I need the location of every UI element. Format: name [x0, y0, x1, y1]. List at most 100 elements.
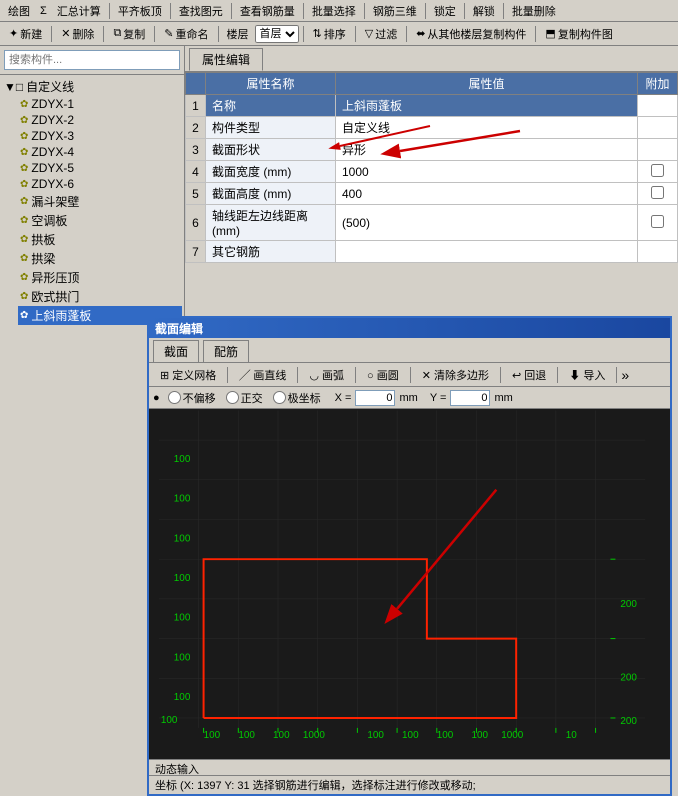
- draw-line-btn[interactable]: ╱ 画直线: [232, 365, 293, 385]
- tree-item-zdyx4[interactable]: ✿ ZDYX-4: [18, 144, 182, 160]
- tree-item-gongliang[interactable]: ✿ 拱梁: [18, 249, 182, 268]
- x-unit: mm: [399, 392, 417, 404]
- dialog-tab-section[interactable]: 截面: [153, 340, 199, 362]
- bullet-icon: ●: [153, 392, 160, 404]
- y-label: Y =: [430, 392, 447, 404]
- drawing-canvas[interactable]: 100 100 100 100 100 100 100 100 200 20: [149, 409, 670, 759]
- radio-group: 不偏移 正交 极坐标: [168, 390, 323, 406]
- prop-name-4[interactable]: 截面宽度 (mm): [206, 161, 336, 183]
- prop-name-3[interactable]: 截面形状: [206, 139, 336, 161]
- col-prop-name: 属性名称: [206, 73, 336, 95]
- tree-item-label: ZDYX-4: [31, 145, 74, 159]
- tree-item-zdyx2[interactable]: ✿ ZDYX-2: [18, 112, 182, 128]
- menu-lock[interactable]: 锁定: [430, 1, 460, 21]
- define-grid-btn[interactable]: ⊞ 定义网格: [153, 365, 223, 385]
- floor-select[interactable]: 首层: [255, 25, 299, 43]
- tab-property-edit[interactable]: 属性编辑: [189, 48, 263, 71]
- prop-value-7[interactable]: [336, 241, 638, 263]
- prop-name-6[interactable]: 轴线距左边线距离 (mm): [206, 205, 336, 241]
- y-unit: mm: [494, 392, 512, 404]
- menu-sigma[interactable]: Σ: [36, 3, 51, 19]
- prop-value-1[interactable]: 上斜雨蓬板: [336, 95, 638, 117]
- svg-text:100: 100: [273, 730, 290, 741]
- prop-value-3[interactable]: 异形: [336, 139, 638, 161]
- radio-no-offset-input[interactable]: [168, 391, 181, 404]
- copy-comp-button[interactable]: ⬒ 复制构件图: [540, 24, 617, 44]
- tree-item-loudu[interactable]: ✿ 漏斗架壁: [18, 192, 182, 211]
- import-btn[interactable]: ⬇ 导入: [562, 365, 612, 385]
- prop-value-4[interactable]: 1000: [336, 161, 638, 183]
- draw-rect-btn[interactable]: ○ 画圆: [360, 365, 406, 385]
- toolbar-sep14: [355, 26, 356, 42]
- checkbox-5[interactable]: [651, 186, 664, 199]
- undo-btn[interactable]: ↩ 回退: [505, 365, 553, 385]
- checkbox-6[interactable]: [651, 215, 664, 228]
- tree-item-kongtiao[interactable]: ✿ 空调板: [18, 211, 182, 230]
- tree-item-label: 空调板: [31, 212, 67, 229]
- new-button[interactable]: ✦ 新建: [4, 24, 47, 44]
- menu-drawing[interactable]: 绘图: [4, 1, 34, 21]
- tree-item-zdyx5[interactable]: ✿ ZDYX-5: [18, 160, 182, 176]
- clear-poly-btn[interactable]: ✕ 清除多边形: [415, 365, 496, 385]
- menu-calc[interactable]: 汇总计算: [53, 1, 105, 21]
- tree-item-yixing[interactable]: ✿ 异形压顶: [18, 268, 182, 287]
- svg-text:100: 100: [367, 730, 384, 741]
- rename-button[interactable]: ✎ 重命名: [159, 24, 213, 44]
- radio-no-offset[interactable]: 不偏移: [168, 390, 216, 406]
- tree-item-icon: ✿: [20, 234, 28, 245]
- dialog-tab-rebar[interactable]: 配筋: [203, 340, 249, 362]
- radio-orthogonal[interactable]: 正交: [226, 390, 263, 406]
- dialog-tabs: 截面 配筋: [149, 338, 670, 363]
- col-extra: 附加: [638, 73, 678, 95]
- prop-extra-4[interactable]: [638, 161, 678, 183]
- table-row: 5 截面高度 (mm) 400: [186, 183, 678, 205]
- tree-item-label-selected: 上斜雨蓬板: [31, 307, 91, 324]
- prop-value-5[interactable]: 400: [336, 183, 638, 205]
- sort-button[interactable]: ⇅ 排序: [308, 24, 351, 44]
- tree-item-oushi[interactable]: ✿ 欧式拱门: [18, 287, 182, 306]
- radio-polar[interactable]: 极坐标: [273, 390, 321, 406]
- prop-name-2[interactable]: 构件类型: [206, 117, 336, 139]
- prop-extra-6[interactable]: [638, 205, 678, 241]
- menu-view-rebar[interactable]: 查看钢筋量: [236, 1, 299, 21]
- y-input[interactable]: [450, 390, 490, 406]
- radio-orthogonal-input[interactable]: [226, 391, 239, 404]
- prop-extra-5[interactable]: [638, 183, 678, 205]
- expand-btn[interactable]: »: [621, 367, 629, 383]
- tree-item-zdyx3[interactable]: ✿ ZDYX-3: [18, 128, 182, 144]
- menu-find[interactable]: 查找图元: [175, 1, 227, 21]
- filter-button[interactable]: ▽ 过滤: [360, 24, 402, 44]
- tree-item-label: 异形压顶: [31, 269, 79, 286]
- svg-text:100: 100: [174, 533, 191, 544]
- prop-name-5[interactable]: 截面高度 (mm): [206, 183, 336, 205]
- toolbar-sep10: [103, 26, 104, 42]
- radio-polar-input[interactable]: [273, 391, 286, 404]
- menu-batch-select[interactable]: 批量选择: [308, 1, 360, 21]
- prop-name-7[interactable]: 其它钢筋: [206, 241, 336, 263]
- rect-icon: ○: [367, 370, 374, 382]
- menu-unlock[interactable]: 解锁: [469, 1, 499, 21]
- svg-text:100: 100: [174, 692, 191, 703]
- tree-item-zdyx1[interactable]: ✿ ZDYX-1: [18, 96, 182, 112]
- menu-batch-delete[interactable]: 批量删除: [508, 1, 560, 21]
- sep8: [503, 3, 504, 19]
- prop-name-1[interactable]: 名称: [206, 95, 336, 117]
- tree-root[interactable]: ▼ □ 自定义线: [2, 77, 182, 96]
- copy-from-layer-button[interactable]: ⬌ 从其他楼层复制构件: [411, 24, 531, 44]
- tree-children: ✿ ZDYX-1 ✿ ZDYX-2 ✿ ZDYX-3 ✿ ZDYX-4 ✿: [2, 96, 182, 325]
- prop-value-2[interactable]: 自定义线: [336, 117, 638, 139]
- menu-align[interactable]: 平齐板顶: [114, 1, 166, 21]
- tree-item-label: 拱板: [31, 231, 55, 248]
- delete-button[interactable]: ✕ 删除: [56, 24, 99, 44]
- checkbox-4[interactable]: [651, 164, 664, 177]
- menu-rebar-3d[interactable]: 钢筋三维: [369, 1, 421, 21]
- x-input[interactable]: [355, 390, 395, 406]
- prop-value-6[interactable]: (500): [336, 205, 638, 241]
- draw-arc-btn[interactable]: ◡ 画弧: [302, 365, 351, 385]
- tree-item-gongban[interactable]: ✿ 拱板: [18, 230, 182, 249]
- svg-text:200: 200: [620, 716, 637, 727]
- dialog-toolbar: ⊞ 定义网格 ╱ 画直线 ◡ 画弧 ○ 画圆 ✕ 清除多边形: [149, 363, 670, 387]
- search-input[interactable]: [4, 50, 180, 70]
- tree-item-zdyx6[interactable]: ✿ ZDYX-6: [18, 176, 182, 192]
- copy-button[interactable]: ⧉ 复制: [108, 24, 150, 44]
